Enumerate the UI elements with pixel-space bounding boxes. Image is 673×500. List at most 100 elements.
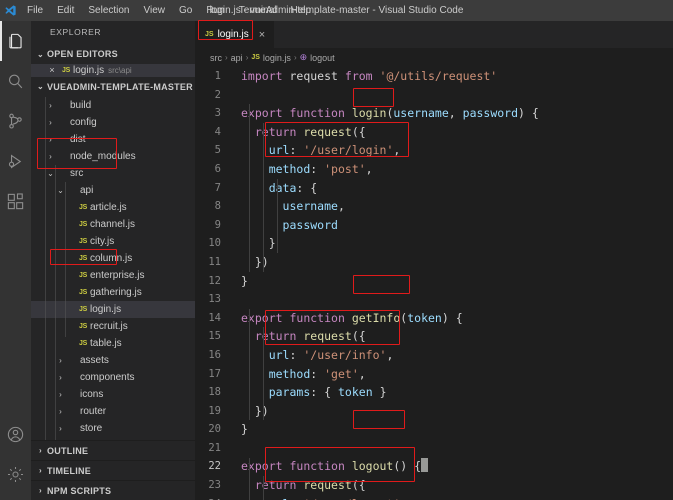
line-number: 2 xyxy=(195,86,237,105)
menu-selection[interactable]: Selection xyxy=(81,2,136,19)
code-line-19[interactable]: 19 }) xyxy=(195,402,673,421)
tree-item-config[interactable]: ›config xyxy=(31,114,195,131)
code-line-9[interactable]: 9 password xyxy=(195,216,673,235)
extensions-icon[interactable] xyxy=(0,181,31,221)
code-line-18[interactable]: 18 params: { token } xyxy=(195,383,673,402)
chevron-down-icon: ⌄ xyxy=(34,50,47,59)
js-file-icon: JS xyxy=(76,204,90,211)
menu-view[interactable]: View xyxy=(137,2,173,19)
chevron-right-icon: › xyxy=(225,53,228,62)
code-line-13[interactable]: 13 xyxy=(195,290,673,309)
close-icon[interactable]: × xyxy=(45,65,59,75)
tree-item-label: table.js xyxy=(90,338,122,349)
code-text: } xyxy=(237,272,248,291)
tab-login-js[interactable]: JS login.js × xyxy=(195,21,275,48)
js-file-icon: JS xyxy=(76,323,90,330)
section-open-editors[interactable]: ⌄ OPEN EDITORS xyxy=(31,44,195,64)
code-line-11[interactable]: 11 }) xyxy=(195,253,673,272)
code-editor[interactable]: 1import request from '@/utils/request'23… xyxy=(195,67,673,500)
chevron-right-icon: › xyxy=(45,152,56,161)
menu-go[interactable]: Go xyxy=(172,2,199,19)
tree-item-label: gathering.js xyxy=(90,287,142,298)
code-line-15[interactable]: 15 return request({ xyxy=(195,327,673,346)
menu-help[interactable]: Help xyxy=(284,2,319,19)
line-number: 15 xyxy=(195,327,237,346)
tree-item-label: channel.js xyxy=(90,219,135,230)
code-line-24[interactable]: 24 url: '/user/logout', xyxy=(195,495,673,500)
line-number: 4 xyxy=(195,123,237,142)
line-number: 8 xyxy=(195,197,237,216)
js-file-icon: JS xyxy=(76,255,90,262)
source-control-icon[interactable] xyxy=(0,101,31,141)
line-number: 6 xyxy=(195,160,237,179)
close-icon[interactable]: × xyxy=(259,29,265,41)
section-project-label: VUEADMIN-TEMPLATE-MASTER xyxy=(47,82,193,92)
open-editor-label: login.js xyxy=(73,65,104,76)
code-text: return request({ xyxy=(237,123,366,142)
code-line-2[interactable]: 2 xyxy=(195,86,673,105)
code-indent-guide xyxy=(277,179,278,253)
breadcrumb-symbol[interactable]: logout xyxy=(310,53,335,63)
title-bar: File Edit Selection View Go Run Terminal… xyxy=(0,0,673,21)
code-line-10[interactable]: 10 } xyxy=(195,234,673,253)
search-icon[interactable] xyxy=(0,61,31,101)
settings-gear-icon[interactable] xyxy=(0,454,31,494)
line-number: 20 xyxy=(195,420,237,439)
tree-item-dist[interactable]: ›dist xyxy=(31,131,195,148)
account-icon[interactable] xyxy=(0,414,31,454)
run-debug-icon[interactable] xyxy=(0,141,31,181)
code-line-12[interactable]: 12} xyxy=(195,272,673,291)
tree-item-node_modules[interactable]: ›node_modules xyxy=(31,148,195,165)
code-line-1[interactable]: 1import request from '@/utils/request' xyxy=(195,67,673,86)
code-line-20[interactable]: 20} xyxy=(195,420,673,439)
code-line-5[interactable]: 5 url: '/user/login', xyxy=(195,141,673,160)
code-text: return request({ xyxy=(237,327,366,346)
menu-run[interactable]: Run xyxy=(199,2,231,19)
tree-item-label: icons xyxy=(80,389,103,400)
breadcrumb: src › api › JS login.js › ⊕ logout xyxy=(195,48,673,67)
menu-bar[interactable]: File Edit Selection View Go Run Terminal… xyxy=(20,2,318,19)
file-tree: ›build›config›dist›node_modules⌄src⌄apiJ… xyxy=(31,97,195,440)
explorer-icon[interactable] xyxy=(0,21,31,61)
code-line-22[interactable]: 22export function logout() { xyxy=(195,457,673,476)
code-line-21[interactable]: 21 xyxy=(195,439,673,458)
breadcrumb-src[interactable]: src xyxy=(210,53,222,63)
tree-item-label: store xyxy=(80,423,102,434)
tree-item-build[interactable]: ›build xyxy=(31,97,195,114)
code-line-8[interactable]: 8 username, xyxy=(195,197,673,216)
code-line-14[interactable]: 14export function getInfo(token) { xyxy=(195,309,673,328)
tree-indent-guide xyxy=(55,165,56,440)
code-text: import request from '@/utils/request' xyxy=(237,67,497,86)
code-indent-guide xyxy=(263,123,264,272)
menu-file[interactable]: File xyxy=(20,2,50,19)
open-editor-login-js[interactable]: × JS login.js src\api xyxy=(31,64,195,77)
vscode-logo-icon xyxy=(0,4,20,17)
line-number: 9 xyxy=(195,216,237,235)
line-number: 19 xyxy=(195,402,237,421)
section-project-root[interactable]: ⌄ VUEADMIN-TEMPLATE-MASTER xyxy=(31,77,195,97)
menu-edit[interactable]: Edit xyxy=(50,2,81,19)
section-outline[interactable]: › OUTLINE xyxy=(31,440,195,460)
code-text xyxy=(237,439,241,458)
menu-terminal[interactable]: Terminal xyxy=(232,2,284,19)
editor-tab-bar: JS login.js × xyxy=(195,21,673,48)
tab-label: login.js xyxy=(218,29,249,40)
section-npm-scripts[interactable]: › NPM SCRIPTS xyxy=(31,480,195,500)
code-text: method: 'get', xyxy=(237,365,366,384)
sidebar-title: EXPLORER xyxy=(31,21,195,44)
tree-item-label: router xyxy=(80,406,106,417)
chevron-right-icon: › xyxy=(34,446,47,455)
code-line-3[interactable]: 3export function login(username, passwor… xyxy=(195,104,673,123)
code-line-6[interactable]: 6 method: 'post', xyxy=(195,160,673,179)
code-line-7[interactable]: 7 data: { xyxy=(195,179,673,198)
chevron-right-icon: › xyxy=(55,407,66,416)
tree-item-label: column.js xyxy=(90,253,132,264)
breadcrumb-api[interactable]: api xyxy=(231,53,243,63)
chevron-right-icon: › xyxy=(34,486,47,495)
code-line-16[interactable]: 16 url: '/user/info', xyxy=(195,346,673,365)
code-line-4[interactable]: 4 return request({ xyxy=(195,123,673,142)
code-line-17[interactable]: 17 method: 'get', xyxy=(195,365,673,384)
section-timeline[interactable]: › TIMELINE xyxy=(31,460,195,480)
breadcrumb-file[interactable]: login.js xyxy=(263,53,291,63)
code-line-23[interactable]: 23 return request({ xyxy=(195,476,673,495)
